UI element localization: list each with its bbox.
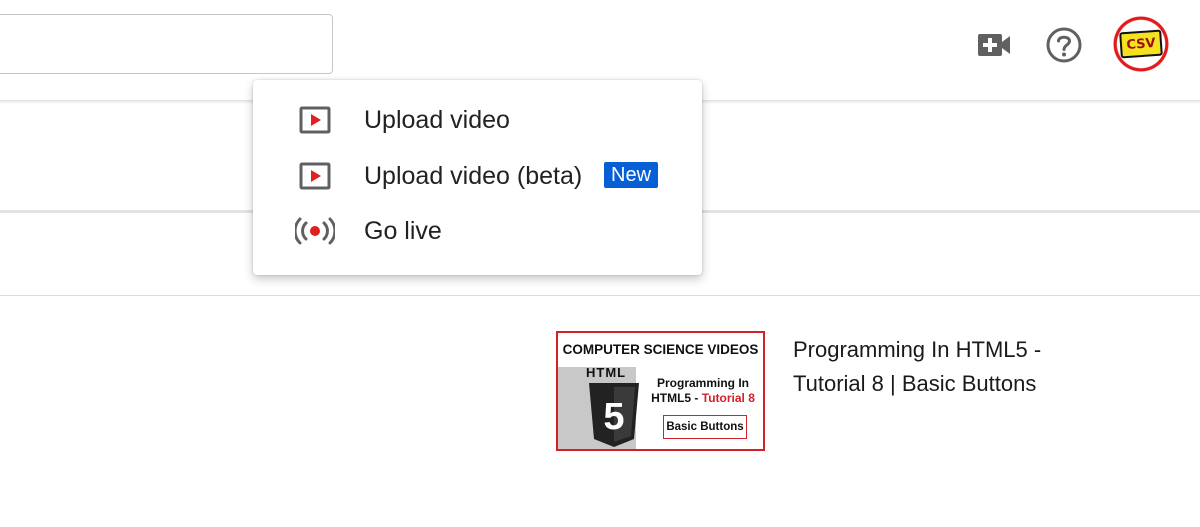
upload-video-icon (295, 100, 335, 140)
thumbnail-shield-digit: 5 (603, 396, 624, 438)
thumbnail-channel-title: COMPUTER SCIENCE VIDEOS (562, 342, 759, 357)
menu-item-label: Upload video (beta) (364, 161, 583, 190)
menu-item-label: Upload video (364, 105, 510, 134)
help-icon[interactable] (1043, 22, 1085, 68)
html5-shield-icon: 5 (589, 383, 639, 447)
section-divider (0, 295, 1200, 296)
menu-item-label: Go live (364, 216, 442, 245)
menu-item-upload-video-beta[interactable]: Upload video (beta) New (253, 148, 702, 204)
thumbnail-line1: Programming In (656, 376, 749, 390)
live-broadcast-icon (295, 211, 335, 251)
menu-item-go-live[interactable]: Go live (253, 203, 702, 259)
create-video-icon[interactable] (975, 28, 1013, 62)
thumbnail-line2-highlight: Tutorial 8 (701, 391, 755, 405)
avatar-label: CSV (1119, 29, 1163, 59)
avatar[interactable]: CSV (1112, 15, 1170, 73)
video-card: COMPUTER SCIENCE VIDEOS HTML 5 Programmi… (556, 331, 1056, 451)
menu-item-upload-video[interactable]: Upload video (253, 92, 702, 148)
upload-video-icon (295, 156, 335, 196)
create-menu: Upload video Upload video (beta) New Go … (253, 80, 702, 275)
new-badge: New (604, 162, 659, 188)
search-input[interactable] (0, 14, 333, 74)
thumbnail-logo-text: HTML (586, 365, 627, 380)
thumbnail-line2: HTML5 - Tutorial 8 (646, 391, 760, 405)
video-title[interactable]: Programming In HTML5 - Tutorial 8 | Basi… (793, 333, 1063, 401)
thumbnail-button-graphic: Basic Buttons (663, 415, 747, 439)
thumbnail-line2-prefix: HTML5 - (651, 391, 702, 405)
video-thumbnail[interactable]: COMPUTER SCIENCE VIDEOS HTML 5 Programmi… (556, 331, 765, 451)
